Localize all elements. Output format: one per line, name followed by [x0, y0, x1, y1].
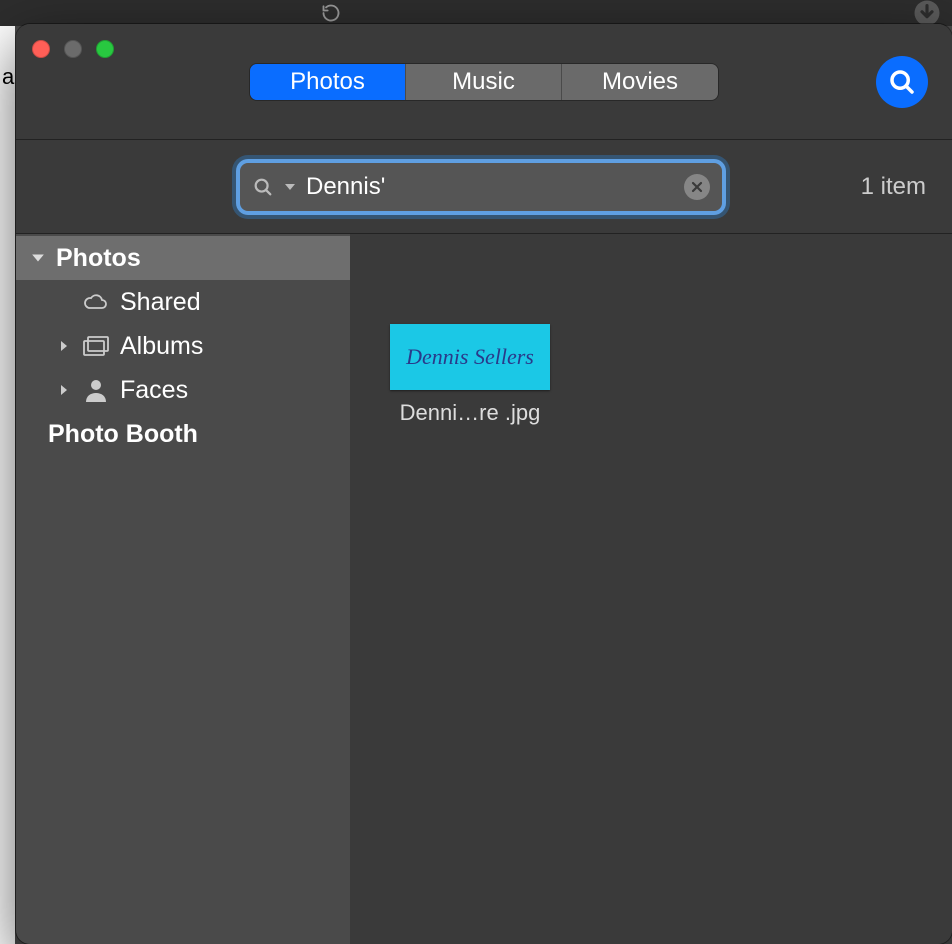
search-button[interactable] [876, 56, 928, 108]
refresh-icon[interactable] [320, 2, 342, 24]
sidebar-item-label: Photo Booth [48, 420, 198, 449]
thumbnail-image: Dennis Sellers [390, 324, 550, 390]
sidebar-item-faces[interactable]: Faces [16, 368, 350, 412]
clear-search-button[interactable] [684, 174, 710, 200]
media-type-tabs: Photos Music Movies [250, 64, 718, 100]
minimize-window-button[interactable] [64, 40, 82, 58]
zoom-window-button[interactable] [96, 40, 114, 58]
sidebar-item-label: Photos [56, 244, 141, 273]
content-area: Photos Shared [16, 234, 952, 944]
sidebar-item-label: Albums [120, 332, 203, 361]
tab-music[interactable]: Music [406, 64, 562, 100]
sidebar-item-label: Shared [120, 288, 201, 317]
media-browser-window: Photos Music Movies [16, 24, 952, 944]
background-document-edge: a [0, 26, 15, 944]
background-toolbar [0, 0, 952, 26]
tab-movies[interactable]: Movies [562, 64, 718, 100]
disclosure-right-icon[interactable] [56, 339, 72, 353]
person-icon [82, 378, 110, 402]
search-icon [252, 176, 274, 198]
sidebar-item-photos[interactable]: Photos [16, 236, 350, 280]
album-stack-icon [82, 335, 110, 357]
sidebar-item-label: Faces [120, 376, 188, 405]
disclosure-down-icon [30, 251, 46, 265]
window-controls [32, 40, 114, 58]
sidebar-item-photobooth[interactable]: Photo Booth [16, 412, 350, 456]
tab-photos[interactable]: Photos [250, 64, 406, 100]
item-count-label: 1 item [861, 173, 926, 201]
search-field[interactable] [240, 163, 722, 211]
results-grid: Dennis Sellers Denni…re .jpg [350, 234, 952, 944]
thumbnail-filename: Denni…re .jpg [400, 400, 541, 426]
disclosure-right-icon[interactable] [56, 383, 72, 397]
sidebar-item-shared[interactable]: Shared [16, 280, 350, 324]
search-input[interactable] [306, 173, 674, 201]
search-scope-chevron-icon[interactable] [284, 181, 296, 193]
media-item[interactable]: Dennis Sellers Denni…re .jpg [390, 264, 550, 426]
titlebar: Photos Music Movies [16, 24, 952, 140]
sidebar: Photos Shared [16, 234, 350, 944]
close-window-button[interactable] [32, 40, 50, 58]
search-bar-row: 1 item [16, 140, 952, 234]
cloud-icon [82, 292, 110, 312]
sidebar-item-albums[interactable]: Albums [16, 324, 350, 368]
